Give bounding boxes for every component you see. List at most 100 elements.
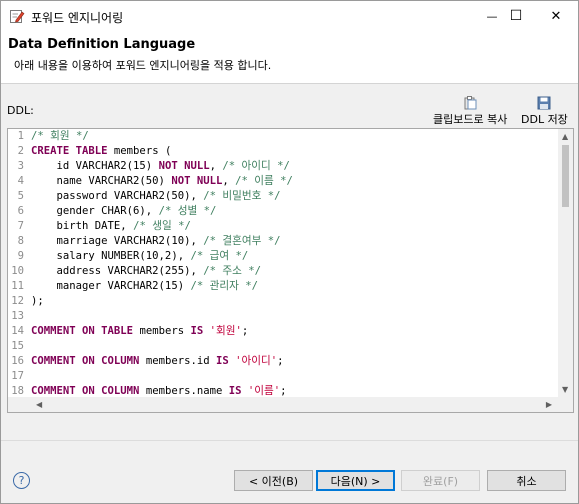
header-banner: Data Definition Language 아래 내용을 이용하여 포워드… — [1, 31, 578, 84]
copy-label: 클립보드로 복사 — [433, 113, 508, 126]
minimize-icon: — — [486, 9, 498, 23]
line-content: gender CHAR(6), /* 성별 */ — [31, 204, 217, 219]
help-icon[interactable]: ? — [13, 472, 30, 489]
next-button[interactable]: 다음(N) > — [316, 470, 395, 491]
sql-text: marriage VARCHAR2(10), — [31, 235, 204, 247]
line-content: address VARCHAR2(255), /* 주소 */ — [31, 264, 261, 279]
sql-comment: /* 비밀번호 */ — [203, 190, 281, 202]
line-number: 10 — [11, 265, 24, 277]
code-line: 17 — [8, 369, 558, 384]
vertical-scroll-thumb[interactable] — [562, 145, 569, 207]
sql-text: ); — [31, 295, 44, 307]
sql-comment: /* 관리자 */ — [190, 280, 258, 292]
code-line: 15 — [8, 339, 558, 354]
dialog-window: 포워드 엔지니어링 — ☐ ✕ Data Definition Language… — [0, 0, 579, 504]
horizontal-scrollbar[interactable]: ◀ ▶ — [8, 397, 558, 412]
back-button[interactable]: < 이전(B) — [234, 470, 313, 491]
sql-text: members — [133, 325, 191, 337]
save-ddl-button[interactable]: DDL 저장 — [521, 96, 568, 127]
sql-comment: /* 이름 */ — [235, 175, 293, 187]
cancel-button[interactable]: 취소 — [487, 470, 566, 491]
line-number: 13 — [11, 310, 24, 322]
line-content: password VARCHAR2(50), /* 비밀번호 */ — [31, 189, 281, 204]
app-pencil-icon — [9, 8, 25, 24]
code-line: 14 COMMENT ON TABLE members IS '회원'; — [8, 324, 558, 339]
sql-keyword: CREATE TABLE — [31, 145, 108, 157]
sql-keyword: NOT NULL — [158, 160, 210, 172]
sql-string: '회원' — [209, 325, 242, 337]
save-label: DDL 저장 — [521, 113, 568, 126]
maximize-button[interactable]: ☐ — [499, 1, 533, 31]
code-line: 6 gender CHAR(6), /* 성별 */ — [8, 204, 558, 219]
sql-keyword: IS — [215, 355, 229, 367]
line-number: 8 — [17, 235, 24, 247]
copy-to-clipboard-button[interactable]: 클립보드로 복사 — [433, 96, 507, 127]
code-line: 8 marriage VARCHAR2(10), /* 결혼여부 */ — [8, 234, 558, 249]
maximize-icon: ☐ — [509, 8, 523, 24]
sql-comment: /* 회원 */ — [31, 130, 89, 142]
banner-title: Data Definition Language — [8, 37, 196, 52]
ddl-label: DDL: — [7, 104, 34, 117]
scroll-left-icon[interactable]: ◀ — [36, 400, 42, 409]
code-line: 3 id VARCHAR2(15) NOT NULL, /* 아이디 */ — [8, 159, 558, 174]
code-line: 12); — [8, 294, 558, 309]
line-content: COMMENT ON COLUMN members.id IS '아이디'; — [31, 354, 284, 369]
line-number: 2 — [17, 145, 24, 157]
code-area[interactable]: 1/* 회원 */2 CREATE TABLE members (3 id VAR… — [8, 129, 558, 397]
sql-string: '이름' — [247, 385, 281, 397]
sql-text: , — [209, 160, 223, 172]
line-content: birth DATE, /* 생일 */ — [31, 219, 191, 234]
footer-divider — [1, 440, 578, 441]
line-number: 4 — [17, 175, 24, 187]
sql-text: members ( — [107, 145, 172, 157]
sql-text: password VARCHAR2(50), — [31, 190, 204, 202]
line-content: /* 회원 */ — [31, 129, 89, 144]
line-number: 14 — [11, 325, 24, 337]
scroll-up-icon[interactable]: ▲ — [562, 132, 568, 141]
line-content: manager VARCHAR2(15) /* 관리자 */ — [31, 279, 258, 294]
window-title: 포워드 엔지니어링 — [31, 11, 124, 25]
sql-text: name VARCHAR2(50) — [31, 175, 172, 187]
line-number: 7 — [17, 220, 24, 232]
line-number: 3 — [17, 160, 24, 172]
code-line: 13 — [8, 309, 558, 324]
close-icon: ✕ — [550, 8, 562, 24]
sql-text: ; — [241, 325, 249, 337]
code-line: 11 manager VARCHAR2(15) /* 관리자 */ — [8, 279, 558, 294]
line-content: COMMENT ON COLUMN members.name IS '이름'; — [31, 384, 287, 397]
close-button[interactable]: ✕ — [539, 1, 573, 31]
clipboard-icon — [464, 96, 477, 110]
code-line: 9 salary NUMBER(10,2), /* 급여 */ — [8, 249, 558, 264]
sql-text: salary NUMBER(10,2), — [31, 250, 191, 262]
line-content: ); — [31, 294, 44, 309]
vertical-scrollbar[interactable]: ▲ ▼ — [558, 129, 573, 397]
line-content: name VARCHAR2(50) NOT NULL, /* 이름 */ — [31, 174, 293, 189]
title-bar[interactable]: 포워드 엔지니어링 — ☐ ✕ — [1, 1, 578, 31]
line-number: 17 — [11, 370, 24, 382]
sql-comment: /* 급여 */ — [190, 250, 249, 262]
sql-keyword: COMMENT ON COLUMN — [31, 385, 140, 397]
sql-text: ; — [277, 355, 284, 367]
line-content: CREATE TABLE members ( — [31, 144, 171, 159]
sql-text: birth DATE, — [31, 220, 134, 232]
line-number: 11 — [11, 280, 24, 292]
sql-keyword: COMMENT ON TABLE — [31, 325, 134, 337]
code-line: 18 COMMENT ON COLUMN members.name IS '이름'… — [8, 384, 558, 397]
line-content: salary NUMBER(10,2), /* 급여 */ — [31, 249, 249, 264]
sql-text: members.name — [139, 385, 229, 397]
sql-keyword: IS — [228, 385, 242, 397]
sql-text: id VARCHAR2(15) — [31, 160, 159, 172]
ddl-editor[interactable]: 1/* 회원 */2 CREATE TABLE members (3 id VAR… — [7, 128, 574, 413]
line-number: 18 — [11, 385, 24, 397]
scroll-down-icon[interactable]: ▼ — [562, 385, 568, 394]
sql-comment: /* 아이디 */ — [222, 160, 290, 172]
line-number: 12 — [11, 295, 24, 307]
sql-keyword: COMMENT ON COLUMN — [31, 355, 140, 367]
line-number: 15 — [11, 340, 24, 352]
line-number: 5 — [17, 190, 24, 202]
sql-text: gender CHAR(6), — [31, 205, 159, 217]
code-line: 16 COMMENT ON COLUMN members.id IS '아이디'; — [8, 354, 558, 369]
line-content: id VARCHAR2(15) NOT NULL, /* 아이디 */ — [31, 159, 290, 174]
scroll-right-icon[interactable]: ▶ — [546, 400, 552, 409]
sql-comment: /* 생일 */ — [133, 220, 191, 232]
